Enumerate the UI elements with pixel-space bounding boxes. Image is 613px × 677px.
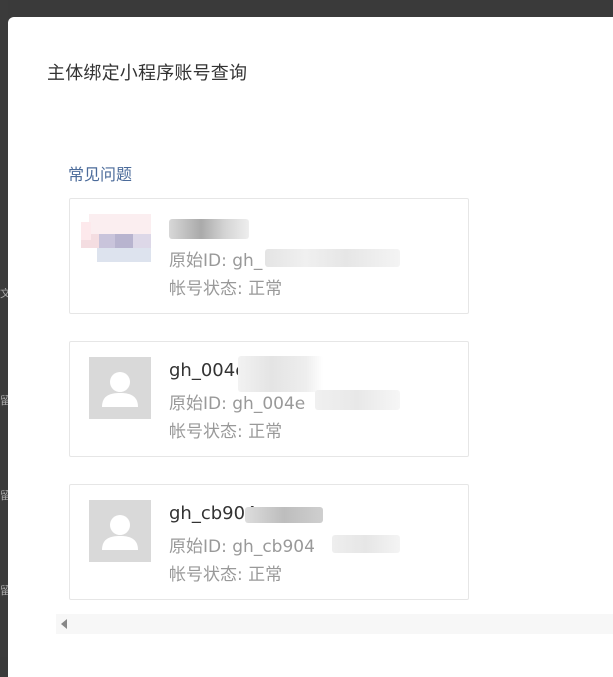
redacted-id <box>332 535 400 553</box>
account-card[interactable]: gh_cb904 原始ID: gh_cb904 帐号状态: 正常 <box>69 484 469 600</box>
mosaic-avatar <box>81 214 151 276</box>
account-status: 帐号状态: 正常 <box>169 422 283 442</box>
dialog-title: 主体绑定小程序账号查询 <box>47 63 248 84</box>
account-status: 帐号状态: 正常 <box>169 279 283 299</box>
person-placeholder-icon <box>89 500 151 562</box>
account-query-dialog: 主体绑定小程序账号查询 常见问题 原始ID: gh_ 帐号状态: 正常 gh_0… <box>8 17 613 677</box>
redacted-id <box>265 249 400 267</box>
account-card[interactable]: 原始ID: gh_ 帐号状态: 正常 <box>69 198 469 314</box>
account-name: gh_cb904 <box>169 503 257 524</box>
account-original-id: 原始ID: gh_ <box>169 251 263 271</box>
backdrop-glyph: 留 <box>0 585 8 597</box>
backdrop-glyph: 留 <box>0 395 8 407</box>
account-original-id: 原始ID: gh_004e <box>169 394 306 414</box>
redacted-name <box>169 219 249 239</box>
account-original-id: 原始ID: gh_cb904 <box>169 537 315 557</box>
backdrop-glyph: 文 <box>0 288 8 300</box>
redacted-name <box>245 507 323 523</box>
account-name: gh_004e <box>169 360 247 381</box>
backdrop-overlay <box>0 0 8 657</box>
account-status: 帐号状态: 正常 <box>169 565 283 585</box>
scroll-left-arrow-icon[interactable] <box>61 619 67 629</box>
redacted-name <box>238 356 323 392</box>
horizontal-scrollbar[interactable] <box>56 614 613 634</box>
person-placeholder-icon <box>89 357 151 419</box>
account-card[interactable]: gh_004e 原始ID: gh_004e 帐号状态: 正常 <box>69 341 469 457</box>
backdrop-glyph: 留 <box>0 490 8 502</box>
faq-link[interactable]: 常见问题 <box>68 161 132 185</box>
redacted-id <box>315 390 400 410</box>
